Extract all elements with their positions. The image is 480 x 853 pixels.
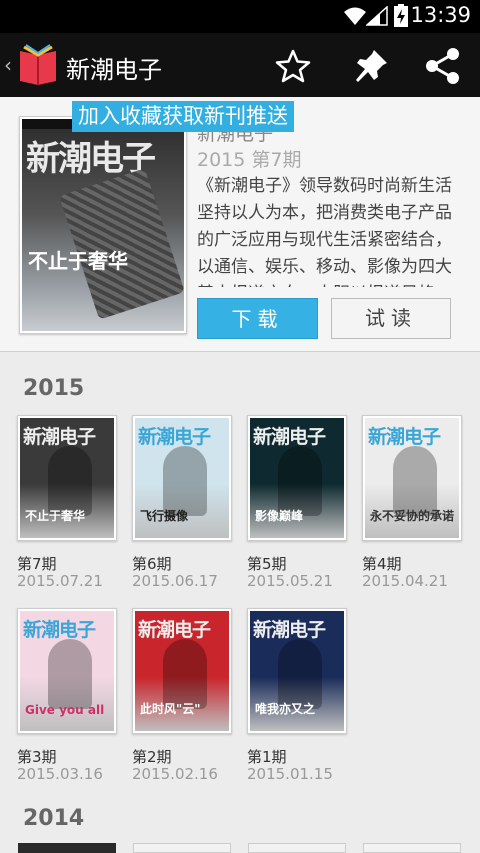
issue-cover-art: 新潮电子此时风"云" <box>135 611 229 731</box>
issue-label: 第2期 <box>132 748 172 766</box>
wifi-icon <box>344 7 366 25</box>
pin-icon[interactable] <box>352 47 390 85</box>
issue-cover-headline: 永不妥协的承诺 <box>370 509 455 523</box>
issue-cover-masthead: 新潮电子 <box>138 619 211 641</box>
issue-cover-thumbnail[interactable]: 新潮电子 不止于奢华 <box>17 415 117 541</box>
issue-label: 第5期 <box>247 555 287 573</box>
trial-read-button[interactable]: 试读 <box>331 298 451 339</box>
issue-cover-masthead: 新潮电子 <box>253 619 326 641</box>
issue-label: 第4期 <box>362 555 402 573</box>
issue-cover-masthead: 新潮电子 <box>253 426 326 448</box>
download-button[interactable]: 下载 <box>197 298 318 339</box>
issue-cover-thumbnail[interactable]: 新潮电子 唯我亦又之 <box>247 608 347 734</box>
issue-cover-figure <box>278 446 322 516</box>
issue-date: 2015.06.17 <box>132 572 218 590</box>
issue-date: 2015.03.16 <box>17 765 103 783</box>
app-logo-book-icon[interactable] <box>16 43 60 87</box>
status-bar: 13:39 <box>0 0 480 33</box>
issue-cover-art: 新潮电子 唯我亦又之 <box>250 611 344 731</box>
issue-cover-figure <box>278 639 322 709</box>
issue-cover-art: 新潮电子 不止于奢华 <box>20 418 114 538</box>
issue-date: 2015.04.21 <box>362 572 448 590</box>
cover-thumbnail-2014-3[interactable] <box>248 843 346 853</box>
issue-cover-headline: 飞行摄像 <box>140 509 189 523</box>
issue-cover-figure <box>48 446 92 516</box>
issue-date: 2015.07.21 <box>17 572 103 590</box>
issue-cover-masthead: 新潮电子 <box>368 426 441 448</box>
issue-cover-art: 新潮电子 影像巅峰 <box>250 418 344 538</box>
issue-cover-thumbnail[interactable]: 新潮电子 飞行摄像 <box>132 415 232 541</box>
issue-description: 《新潮电子》领导数码时尚新生活 坚持以人为本，把消费类电子产品的广泛应用与现代生… <box>197 176 452 287</box>
action-bar: ‹ 新潮电子 <box>0 33 480 97</box>
issue-cover-masthead: 新潮电子 <box>23 619 96 641</box>
issue-detail-panel: 新潮电子 不止于奢华 新潮电子 2015 第7期 《新潮电子》领导数码时尚新生活… <box>0 97 480 352</box>
issue-cover-masthead: 新潮电子 <box>138 426 211 448</box>
issue-label: 第6期 <box>132 555 172 573</box>
issue-label: 第1期 <box>247 748 287 766</box>
issue-cover-figure <box>163 446 207 516</box>
issue-label: 第3期 <box>17 748 57 766</box>
app-title: 新潮电子 <box>66 56 162 84</box>
issue-cover-figure <box>48 639 92 709</box>
featured-cover-device <box>59 168 184 320</box>
issue-cover-art: 新潮电子 Give you all <box>20 611 114 731</box>
issue-cover-art: 新潮电子 飞行摄像 <box>135 418 229 538</box>
year-header-2015: 2015 <box>23 376 85 401</box>
favorite-tooltip: 加入收藏获取新刊推送 <box>72 101 294 132</box>
issue-cover-thumbnail[interactable]: 新潮电子 影像巅峰 <box>247 415 347 541</box>
issue-cover-headline: 影像巅峰 <box>255 509 304 523</box>
cover-thumbnail-2014-1[interactable] <box>18 843 116 853</box>
year-header-2014: 2014 <box>23 806 85 831</box>
featured-cover-headline: 不止于奢华 <box>28 249 128 273</box>
battery-charging-icon <box>394 4 408 27</box>
issue-label: 第7期 <box>17 555 57 573</box>
featured-cover[interactable]: 新潮电子 不止于奢华 <box>19 116 187 334</box>
issue-cover-thumbnail[interactable]: 新潮电子 Give you all <box>17 608 117 734</box>
cover-thumbnail-2014-4[interactable] <box>363 843 461 853</box>
signal-icon <box>366 6 388 26</box>
issue-cover-headline: 此时风"云" <box>140 702 201 716</box>
back-chevron-icon[interactable]: ‹ <box>4 53 12 77</box>
issue-cover-headline: Give you all <box>25 703 105 717</box>
issue-cover-art: 新潮电子永不妥协的承诺 <box>365 418 459 538</box>
issue-cover-headline: 不止于奢华 <box>25 509 86 523</box>
issue-date: 2015.01.15 <box>247 765 333 783</box>
issue-date: 2015.02.16 <box>132 765 218 783</box>
issue-cover-thumbnail[interactable]: 新潮电子永不妥协的承诺 <box>362 415 462 541</box>
issue-cover-masthead: 新潮电子 <box>23 426 96 448</box>
issue-number: 2015 第7期 <box>197 149 302 171</box>
issue-cover-figure <box>393 446 437 516</box>
issue-cover-thumbnail[interactable]: 新潮电子此时风"云" <box>132 608 232 734</box>
issue-date: 2015.05.21 <box>247 572 333 590</box>
status-time: 13:39 <box>410 3 471 27</box>
issue-cover-figure <box>163 639 207 709</box>
favorite-star-icon[interactable] <box>274 47 312 85</box>
cover-thumbnail-2014-2[interactable] <box>133 843 231 853</box>
issue-cover-headline: 唯我亦又之 <box>255 702 316 716</box>
share-icon[interactable] <box>424 47 462 85</box>
